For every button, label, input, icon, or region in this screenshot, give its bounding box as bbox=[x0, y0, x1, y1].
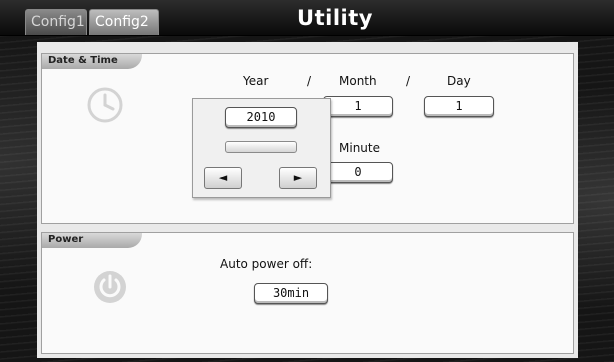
page-title: Utility bbox=[297, 6, 373, 30]
year-field[interactable]: 2010 bbox=[225, 107, 297, 128]
minute-field[interactable]: 0 bbox=[323, 162, 393, 183]
power-section-label: Power bbox=[42, 233, 142, 248]
date-time-panel: Date & Time Year / Month / Day 1 1 Minut… bbox=[41, 53, 574, 224]
auto-power-off-field[interactable]: 30min bbox=[254, 283, 328, 304]
clock-icon bbox=[86, 86, 124, 124]
tab-config1[interactable]: Config1 bbox=[25, 9, 87, 35]
month-field[interactable]: 1 bbox=[323, 96, 393, 117]
title-bar: Config1 Config2 Utility bbox=[0, 0, 614, 36]
left-arrow-icon: ◄ bbox=[218, 171, 228, 184]
right-arrow-icon: ► bbox=[293, 171, 303, 184]
tab-config2[interactable]: Config2 bbox=[89, 9, 159, 35]
main-content: Date & Time Year / Month / Day 1 1 Minut… bbox=[37, 42, 578, 358]
separator-2: / bbox=[406, 74, 411, 88]
value-editor-popup: 2010 ◄ ► bbox=[192, 98, 331, 198]
year-label: Year bbox=[243, 74, 269, 88]
power-icon bbox=[91, 268, 129, 306]
decrement-button[interactable]: ◄ bbox=[204, 167, 242, 189]
auto-power-off-label: Auto power off: bbox=[220, 257, 313, 271]
day-field[interactable]: 1 bbox=[424, 96, 494, 117]
increment-button[interactable]: ► bbox=[279, 167, 317, 189]
value-slider[interactable] bbox=[225, 141, 297, 153]
minute-label: Minute bbox=[339, 141, 380, 155]
date-time-section-label: Date & Time bbox=[42, 54, 142, 69]
separator-1: / bbox=[307, 74, 312, 88]
month-label: Month bbox=[339, 74, 377, 88]
day-label: Day bbox=[447, 74, 471, 88]
power-panel: Power Auto power off: 30min bbox=[41, 232, 574, 354]
